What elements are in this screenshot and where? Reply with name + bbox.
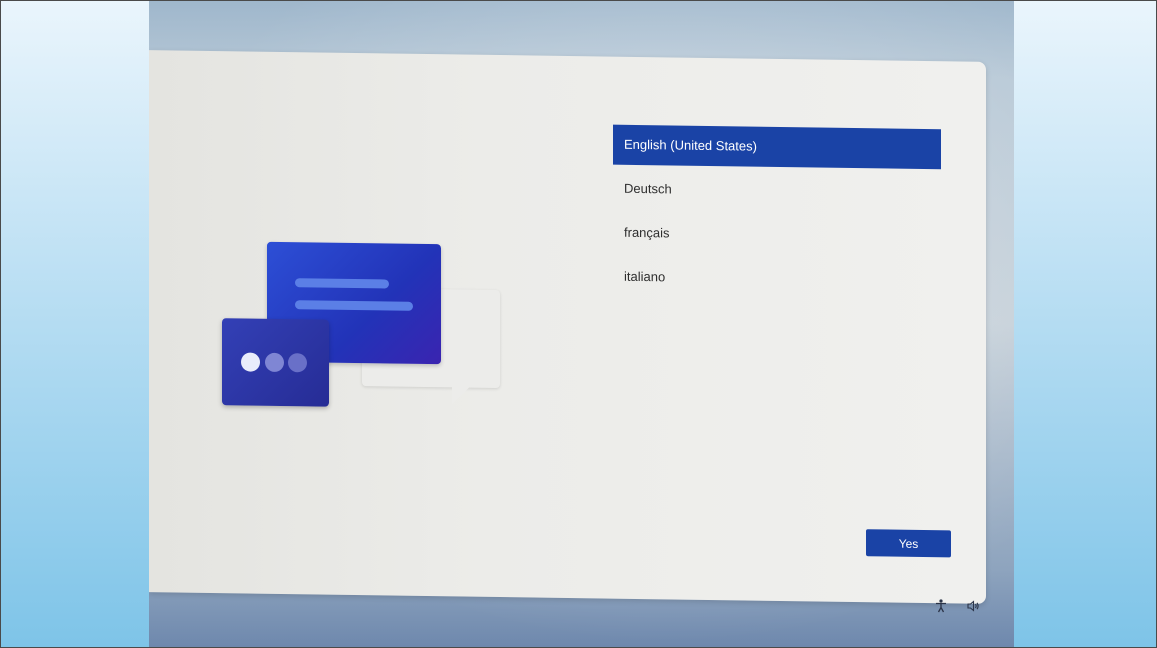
volume-icon[interactable] — [966, 599, 980, 616]
dot — [241, 352, 260, 372]
language-illustration — [219, 241, 519, 435]
dot — [288, 353, 307, 373]
dark-dots-bubble — [222, 318, 329, 407]
screen-photo: English (United States) Deutsch français… — [149, 1, 1014, 647]
yes-button[interactable]: Yes — [866, 529, 951, 558]
language-list: English (United States) Deutsch français… — [613, 124, 941, 306]
accessibility-icon[interactable] — [934, 599, 948, 616]
text-line — [295, 278, 389, 289]
speech-bubble-tail — [452, 386, 470, 405]
setup-window: English (United States) Deutsch français… — [149, 50, 986, 604]
text-line — [295, 300, 413, 311]
language-option-francais[interactable]: français — [613, 213, 941, 258]
outer-frame: English (United States) Deutsch français… — [0, 0, 1157, 648]
system-tray — [934, 599, 980, 616]
language-option-english-us[interactable]: English (United States) — [613, 124, 941, 170]
dot — [265, 352, 284, 373]
language-option-italiano[interactable]: italiano — [613, 257, 941, 302]
language-option-deutsch[interactable]: Deutsch — [613, 169, 941, 214]
